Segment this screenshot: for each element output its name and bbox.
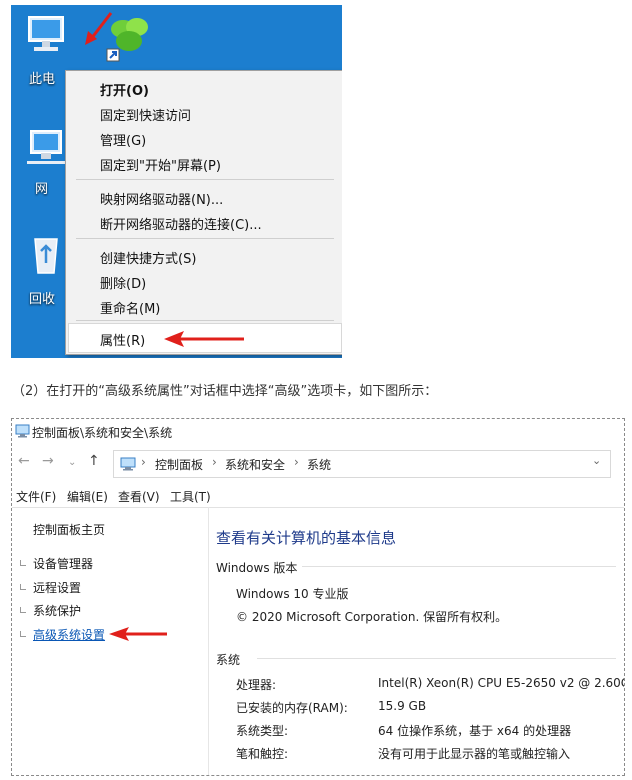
menu-item-disconnect-drive[interactable]: 断开网络驱动器的连接(C)... (100, 214, 262, 233)
system-type-label: 系统类型: (236, 724, 289, 738)
shield-icon (20, 607, 26, 613)
menu-edit[interactable]: 编辑(E) (67, 488, 108, 505)
pointer-arrow-icon (85, 12, 113, 45)
desktop-icon-label: 此电 (29, 72, 56, 87)
window-title: 控制面板\系统和安全\系统 (32, 426, 173, 440)
system-window: 控制面板\系统和安全\系统 ← → ⌄ ↑ › 控制面板 › 系统和安全 › 系… (11, 418, 625, 776)
computer-icon[interactable] (21, 13, 71, 61)
menu-separator (76, 320, 334, 321)
menu-item-delete[interactable]: 删除(D) (100, 273, 146, 292)
pen-touch-value: 没有可用于此显示器的笔或触控输入 (378, 747, 571, 761)
system-heading: 系统 (216, 653, 241, 667)
network-icon[interactable] (21, 125, 71, 173)
processor-value: Intel(R) Xeon(R) CPU E5-2650 v2 @ 2.60GH… (378, 676, 625, 690)
section-divider (302, 566, 616, 567)
menu-item-pin-quick-access[interactable]: 固定到快速访问 (100, 105, 191, 124)
menu-bar: 文件(F) 编辑(E) 查看(V) 工具(T) (12, 485, 624, 508)
context-menu: 打开(O) 固定到快速访问 管理(G) 固定到"开始"屏幕(P) 映射网络驱动器… (65, 70, 342, 355)
menu-file[interactable]: 文件(F) (16, 488, 56, 505)
sidebar-system-protection[interactable]: 系统保护 (33, 602, 81, 619)
sidebar-control-panel-home[interactable]: 控制面板主页 (33, 521, 105, 538)
pen-touch-label: 笔和触控: (236, 747, 289, 761)
menu-separator (76, 179, 334, 180)
shield-icon (20, 584, 26, 590)
sidebar-advanced-system-settings[interactable]: 高级系统设置 (33, 626, 105, 643)
copyright-text: © 2020 Microsoft Corporation. 保留所有权利。 (236, 610, 508, 624)
menu-item-open[interactable]: 打开(O) (100, 80, 149, 99)
menu-item-rename[interactable]: 重命名(M) (100, 298, 160, 317)
windows-edition-heading: Windows 版本 (216, 561, 298, 575)
control-panel-icon (15, 424, 30, 438)
menu-item-pin-start[interactable]: 固定到"开始"屏幕(P) (100, 155, 221, 174)
ram-value: 15.9 GB (378, 699, 427, 713)
address-bar[interactable]: › 控制面板 › 系统和安全 › 系统 ⌄ (113, 450, 611, 478)
up-arrow-icon[interactable]: ↑ (88, 453, 100, 469)
shield-icon (20, 631, 26, 637)
menu-item-create-shortcut[interactable]: 创建快捷方式(S) (100, 248, 196, 267)
desktop-icon-label: 网 (35, 182, 49, 197)
breadcrumb-system-security[interactable]: 系统和安全 (225, 456, 285, 473)
pointer-arrow-icon (109, 627, 167, 641)
breadcrumb-separator-icon: › (212, 455, 217, 469)
pointer-arrow-icon (164, 331, 244, 347)
section-divider (257, 658, 616, 659)
sidebar-device-manager[interactable]: 设备管理器 (33, 555, 93, 572)
menu-view[interactable]: 查看(V) (118, 488, 160, 505)
shield-icon (20, 560, 26, 566)
desktop-screenshot: 此电 网 回收 打开(O) 固定到快速访问 管理(G) 固定到"开始"屏幕(P)… (11, 5, 342, 358)
dropdown-chevron-icon[interactable]: ⌄ (592, 454, 601, 467)
menu-item-map-drive[interactable]: 映射网络驱动器(N)... (100, 189, 223, 208)
breadcrumb-system[interactable]: 系统 (307, 456, 331, 473)
breadcrumb-control-panel[interactable]: 控制面板 (155, 456, 203, 473)
windows-edition-value: Windows 10 专业版 (236, 587, 349, 601)
ram-label: 已安装的内存(RAM): (236, 701, 348, 715)
sidebar: 控制面板主页 设备管理器 远程设置 系统保护 高级系统设置 (12, 507, 209, 775)
menu-tools[interactable]: 工具(T) (170, 488, 211, 505)
forward-arrow-icon[interactable]: → (42, 453, 54, 469)
processor-label: 处理器: (236, 678, 277, 692)
breadcrumb-separator-icon: › (294, 455, 299, 469)
control-panel-icon (120, 457, 136, 471)
menu-separator (76, 238, 334, 239)
menu-item-properties[interactable]: 属性(R) (100, 330, 145, 349)
sidebar-remote-settings[interactable]: 远程设置 (33, 579, 81, 596)
system-type-value: 64 位操作系统，基于 x64 的处理器 (378, 724, 572, 738)
page-title: 查看有关计算机的基本信息 (216, 529, 397, 547)
desktop-icon-label: 回收 (29, 292, 56, 307)
back-arrow-icon[interactable]: ← (18, 453, 30, 469)
menu-item-manage[interactable]: 管理(G) (100, 130, 146, 149)
recent-chevron-icon[interactable]: ⌄ (68, 457, 76, 468)
step-caption: （2）在打开的“高级系统属性”对话框中选择“高级”选项卡，如下图所示： (12, 384, 438, 399)
recycle-bin-icon[interactable] (21, 233, 71, 281)
breadcrumb-separator-icon: › (141, 455, 146, 469)
